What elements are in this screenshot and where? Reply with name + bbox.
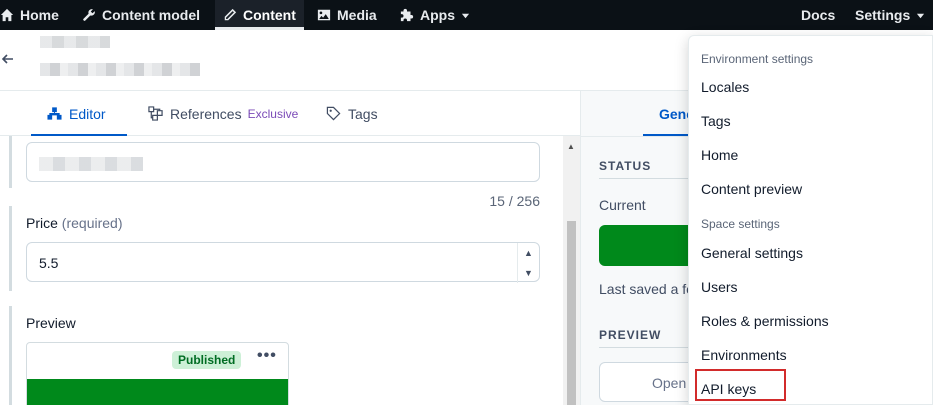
price-label-text: Price bbox=[26, 215, 58, 231]
menu-item-users[interactable]: Users bbox=[701, 279, 738, 295]
nav-apps[interactable]: Apps bbox=[400, 0, 470, 30]
settings-dropdown: Environment settings Locales Tags Home C… bbox=[688, 35, 933, 405]
preview-card[interactable]: Published ••• bbox=[26, 342, 289, 405]
more-options-icon[interactable]: ••• bbox=[257, 347, 277, 365]
character-counter: 15 / 256 bbox=[489, 193, 540, 209]
chevron-down-icon bbox=[917, 13, 925, 18]
puzzle-icon bbox=[400, 8, 414, 22]
nav-docs-label: Docs bbox=[801, 7, 836, 23]
exclusive-badge: Exclusive bbox=[247, 106, 299, 121]
nav-apps-label: Apps bbox=[420, 7, 455, 23]
tab-references-label: References bbox=[170, 105, 242, 122]
price-value: 5.5 bbox=[39, 255, 59, 271]
api-keys-highlight bbox=[695, 369, 786, 401]
editor-tabs: Editor References Exclusive Tags bbox=[0, 91, 580, 136]
arrow-left-icon[interactable] bbox=[0, 51, 16, 67]
scroll-up-icon[interactable]: ▲ bbox=[567, 142, 575, 151]
tab-editor[interactable]: Editor bbox=[31, 91, 127, 136]
menu-item-tags[interactable]: Tags bbox=[701, 113, 731, 129]
title-input[interactable] bbox=[26, 142, 540, 182]
field-indicator bbox=[9, 306, 12, 405]
nav-content-model-label: Content model bbox=[102, 7, 200, 23]
last-saved-text: Last saved a fe bbox=[599, 281, 694, 297]
editor-fields: 15 / 256 Price (required) 5.5 ▲ ▼ Previe… bbox=[0, 136, 580, 405]
nav-docs[interactable]: Docs bbox=[801, 0, 835, 30]
stepper-down-icon[interactable]: ▼ bbox=[518, 263, 539, 283]
menu-item-home[interactable]: Home bbox=[701, 147, 738, 163]
tab-references[interactable]: References Exclusive bbox=[148, 91, 298, 136]
nav-media[interactable]: Media bbox=[317, 0, 377, 30]
entry-breadcrumb-redacted bbox=[40, 36, 110, 48]
nav-content[interactable]: Content bbox=[215, 0, 304, 30]
preview-heading: PREVIEW bbox=[599, 328, 662, 342]
environment-settings-heading: Environment settings bbox=[701, 52, 814, 66]
image-icon bbox=[317, 9, 331, 21]
preview-image bbox=[27, 379, 288, 405]
menu-item-general-settings[interactable]: General settings bbox=[701, 245, 803, 261]
tab-tags[interactable]: Tags bbox=[326, 91, 378, 136]
tab-editor-label: Editor bbox=[69, 105, 106, 122]
entry-title-redacted bbox=[40, 63, 200, 76]
space-settings-heading: Space settings bbox=[701, 217, 780, 231]
nav-media-label: Media bbox=[337, 7, 377, 23]
chevron-down-icon bbox=[461, 13, 470, 18]
status-badge: Published bbox=[172, 351, 242, 369]
nav-settings-label: Settings bbox=[855, 7, 911, 23]
field-indicator bbox=[9, 206, 12, 291]
field-indicator bbox=[9, 136, 12, 188]
nav-home[interactable]: Home bbox=[0, 0, 59, 30]
nav-content-label: Content bbox=[243, 7, 296, 23]
nav-home-label: Home bbox=[20, 7, 59, 23]
menu-item-locales[interactable]: Locales bbox=[701, 79, 749, 95]
content-icon bbox=[224, 8, 237, 21]
number-stepper[interactable]: ▲ ▼ bbox=[517, 243, 539, 283]
nav-settings[interactable]: Settings bbox=[855, 0, 925, 30]
required-note: (required) bbox=[61, 215, 123, 231]
stepper-up-icon[interactable]: ▲ bbox=[518, 243, 539, 263]
current-status-label: Current bbox=[599, 197, 646, 213]
price-input[interactable]: 5.5 ▲ ▼ bbox=[26, 242, 540, 283]
menu-item-environments[interactable]: Environments bbox=[701, 347, 787, 363]
editor-scrollbar[interactable]: ▲ bbox=[563, 136, 580, 405]
tab-tags-label: Tags bbox=[348, 105, 378, 122]
status-heading: STATUS bbox=[599, 159, 652, 173]
price-label: Price (required) bbox=[26, 215, 123, 231]
preview-label: Preview bbox=[26, 315, 76, 331]
tag-icon bbox=[326, 106, 341, 121]
menu-item-roles-permissions[interactable]: Roles & permissions bbox=[701, 313, 829, 329]
title-value-redacted bbox=[39, 157, 143, 171]
top-navigation: Home Content model Content Media Apps Do… bbox=[0, 0, 933, 30]
editor-icon bbox=[47, 107, 62, 120]
menu-item-content-preview[interactable]: Content preview bbox=[701, 181, 802, 197]
home-icon bbox=[0, 8, 14, 22]
wrench-icon bbox=[83, 9, 95, 21]
scroll-thumb[interactable] bbox=[567, 221, 576, 405]
nav-content-model[interactable]: Content model bbox=[82, 0, 200, 30]
references-icon bbox=[148, 106, 163, 121]
